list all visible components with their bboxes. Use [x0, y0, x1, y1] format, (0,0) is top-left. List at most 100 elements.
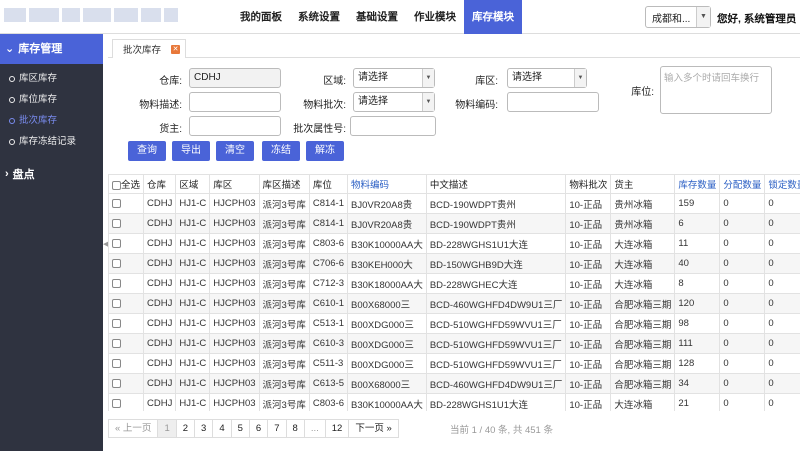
- table-cell: HJ1-C: [175, 333, 211, 354]
- page-button[interactable]: 4: [212, 419, 232, 438]
- row-checkbox-cell[interactable]: [108, 213, 145, 234]
- row-checkbox-cell[interactable]: [108, 233, 145, 254]
- table-row[interactable]: CDHJ HJ1-C HJCPH03 派河3号库 C610-3 B00XDG000三 BCD…: [108, 333, 800, 354]
- row-checkbox-cell[interactable]: [108, 373, 145, 394]
- table-row[interactable]: CDHJ HJ1-C HJCPH03 派河3号库 C613-5 B00X68000三 BCD…: [108, 373, 800, 394]
- menu-operations[interactable]: 作业模块: [406, 0, 464, 34]
- col-header[interactable]: 物料编码: [347, 174, 427, 194]
- owner-field[interactable]: [189, 116, 281, 136]
- table-row[interactable]: CDHJ HJ1-C HJCPH03 派河3号库 C803-6 B30K10000AA大 B…: [108, 233, 800, 254]
- checkbox[interactable]: [112, 180, 121, 190]
- batch-attr-label: 批次属性号:: [293, 124, 346, 135]
- prev-page-button[interactable]: « 上一页: [108, 419, 159, 438]
- material-code-field[interactable]: [507, 92, 599, 112]
- checkbox[interactable]: [112, 338, 121, 348]
- table-cell: 0: [719, 233, 766, 254]
- table-cell: 派河3号库: [258, 253, 310, 274]
- col-header[interactable]: 锁定数量: [764, 174, 800, 194]
- area-select[interactable]: 请选择 ▼: [353, 68, 435, 88]
- row-checkbox-cell[interactable]: [108, 393, 145, 411]
- col-header[interactable]: 库位: [308, 174, 349, 194]
- material-desc-field[interactable]: [189, 92, 281, 112]
- table-row[interactable]: CDHJ HJ1-C HJCPH03 派河3号库 C814-1 BJ0VR20A8贵 BCD…: [108, 213, 800, 234]
- page-button[interactable]: 6: [248, 419, 269, 438]
- table-row[interactable]: CDHJ HJ1-C HJCPH03 派河3号库 C712-3 B30K18000AA大 B…: [108, 273, 800, 294]
- sidebar-group-stocktake[interactable]: › 盘点: [0, 166, 103, 182]
- page-button[interactable]: 1: [157, 419, 177, 438]
- search-button[interactable]: 查询: [128, 141, 166, 161]
- menu-basic-settings[interactable]: 基础设置: [348, 0, 406, 34]
- checkbox[interactable]: [112, 218, 121, 228]
- table-cell: BD-228WGHS1U1大连: [425, 393, 567, 411]
- col-header[interactable]: 库存数量: [674, 174, 721, 194]
- page-button[interactable]: 12: [324, 419, 350, 438]
- col-header[interactable]: 分配数量: [719, 174, 766, 194]
- menu-my-panel[interactable]: 我的面板: [232, 0, 290, 34]
- clear-button[interactable]: 清空: [216, 141, 254, 161]
- table-cell: 0: [764, 393, 800, 411]
- checkbox[interactable]: [112, 238, 121, 248]
- row-checkbox-cell[interactable]: [108, 253, 145, 274]
- page-button[interactable]: 8: [285, 419, 305, 438]
- sidebar-item-freeze-records[interactable]: 库存冻结记录: [0, 131, 103, 152]
- row-checkbox-cell[interactable]: [108, 193, 145, 214]
- table-row[interactable]: CDHJ HJ1-C HJCPH03 派河3号库 C814-1 BJ0VR20A8贵 BCD…: [108, 193, 800, 214]
- table-cell: 派河3号库: [258, 393, 310, 411]
- sidebar-item-area-stock[interactable]: 库区库存: [0, 68, 103, 89]
- page-button[interactable]: 7: [267, 419, 287, 438]
- row-checkbox-cell[interactable]: [108, 293, 145, 314]
- batch-attr-field[interactable]: [350, 116, 436, 136]
- table-row[interactable]: CDHJ HJ1-C HJCPH03 派河3号库 C706-6 B30KEH000大 BD-…: [108, 253, 800, 274]
- table-row[interactable]: CDHJ HJ1-C HJCPH03 派河3号库 C513-1 B00XDG000三 BCD…: [108, 313, 800, 334]
- row-checkbox-cell[interactable]: [108, 273, 145, 294]
- table-row[interactable]: CDHJ HJ1-C HJCPH03 派河3号库 C610-1 B00X68000三 BCD…: [108, 293, 800, 314]
- zone-select[interactable]: 请选择 ▼: [507, 68, 587, 88]
- col-header[interactable]: 库区: [209, 174, 260, 194]
- next-page-button[interactable]: 下一页 »: [348, 419, 399, 438]
- unfreeze-button[interactable]: 解冻: [306, 141, 344, 161]
- freeze-button[interactable]: 冻结: [262, 141, 300, 161]
- checkbox[interactable]: [112, 318, 121, 328]
- table-cell: 0: [719, 313, 766, 334]
- row-checkbox-cell[interactable]: [108, 333, 145, 354]
- col-header[interactable]: 库区描述: [258, 174, 310, 194]
- table-cell: HJCPH03: [209, 293, 260, 314]
- col-header[interactable]: 中文描述: [425, 174, 567, 194]
- menu-inventory[interactable]: 库存模块: [464, 0, 522, 34]
- warehouse-field[interactable]: CDHJ: [189, 68, 281, 88]
- page-button[interactable]: 2: [175, 419, 196, 438]
- row-checkbox-cell[interactable]: [108, 353, 145, 374]
- export-button[interactable]: 导出: [172, 141, 210, 161]
- sidebar-group-inventory[interactable]: ⌄ 库存管理: [0, 34, 103, 64]
- checkbox[interactable]: [112, 198, 121, 208]
- location-textarea[interactable]: [660, 66, 772, 114]
- table-cell: BCD-510WGHFD59WVU1三厂: [425, 333, 567, 354]
- menu-system-settings[interactable]: 系统设置: [290, 0, 348, 34]
- page-button[interactable]: 5: [230, 419, 250, 438]
- sidebar-item-location-stock[interactable]: 库位库存: [0, 89, 103, 110]
- checkbox[interactable]: [112, 358, 121, 368]
- col-header[interactable]: 区域: [175, 174, 211, 194]
- checkbox[interactable]: [112, 278, 121, 288]
- checkbox[interactable]: [112, 298, 121, 308]
- row-checkbox-cell[interactable]: [108, 313, 145, 334]
- table-cell: BD-228WGHEC大连: [425, 273, 567, 294]
- col-header[interactable]: 仓库: [143, 174, 177, 194]
- material-batch-select[interactable]: 请选择 ▼: [353, 92, 435, 112]
- table-cell: 派河3号库: [258, 373, 310, 394]
- table-cell: C712-3: [308, 273, 349, 294]
- tab-batch-stock[interactable]: 批次库存 ✕: [112, 39, 187, 58]
- region-select[interactable]: 成都和... ▼: [645, 6, 711, 28]
- select-all-header[interactable]: 全选: [108, 174, 145, 194]
- checkbox[interactable]: [112, 378, 121, 388]
- close-icon[interactable]: ✕: [171, 44, 181, 54]
- col-header[interactable]: 货主: [610, 174, 676, 194]
- checkbox[interactable]: [112, 398, 121, 408]
- table-cell: C814-1: [308, 193, 349, 214]
- page-button[interactable]: 3: [194, 419, 214, 438]
- checkbox[interactable]: [112, 258, 121, 268]
- table-row[interactable]: CDHJ HJ1-C HJCPH03 派河3号库 C511-3 B00XDG000三 BCD…: [108, 353, 800, 374]
- sidebar-item-batch-stock[interactable]: 批次库存: [0, 110, 103, 131]
- table-row[interactable]: CDHJ HJ1-C HJCPH03 派河3号库 C803-6 B30K10000AA大 B…: [108, 393, 800, 411]
- col-header[interactable]: 物料批次: [565, 174, 612, 194]
